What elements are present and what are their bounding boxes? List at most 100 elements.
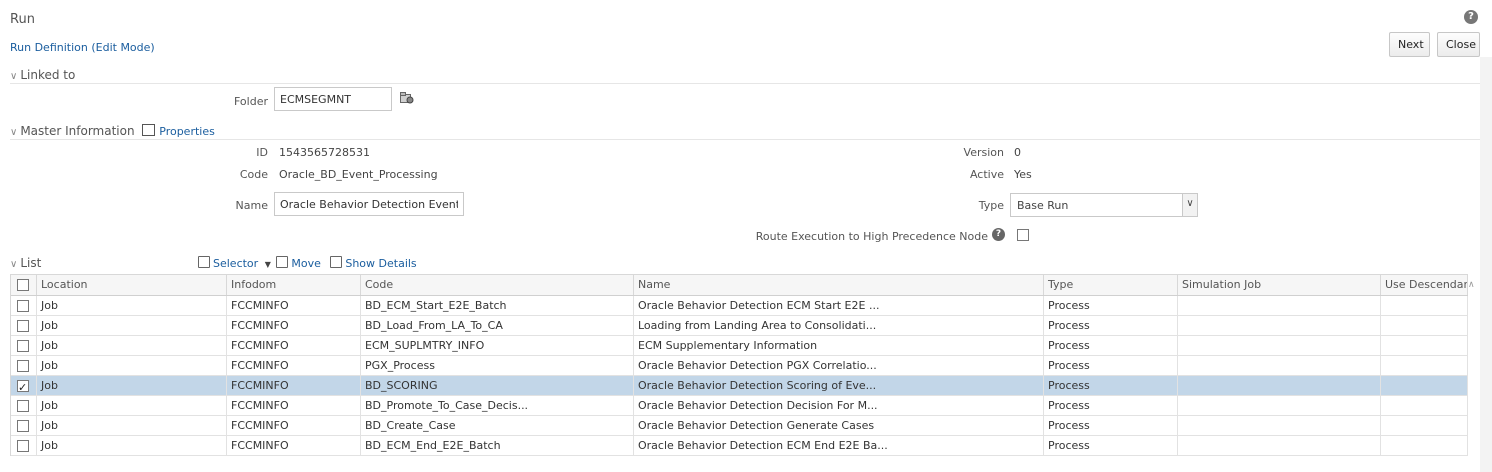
table-row[interactable]: Job FCCMINFO PGX_Process Oracle Behavior… <box>11 356 1468 376</box>
row-checkbox-cell <box>11 396 37 415</box>
route-execution-label: Route Execution to High Precedence Node <box>755 230 988 243</box>
master-info-label: Master Information <box>20 124 135 138</box>
cell-location: Job <box>37 356 227 375</box>
master-info-section-header[interactable]: ∨ Master Information Properties <box>10 124 215 138</box>
table-row[interactable]: Job FCCMINFO BD_Create_Case Oracle Behav… <box>11 416 1468 436</box>
row-checkbox[interactable] <box>17 360 29 372</box>
cell-use-descendants[interactable] <box>1381 296 1468 315</box>
section-divider <box>10 139 1480 140</box>
cell-simulation-job[interactable] <box>1178 396 1381 415</box>
folder-browse-icon[interactable] <box>400 92 414 104</box>
cell-name: Oracle Behavior Detection ECM Start E2E … <box>634 296 1044 315</box>
table-row[interactable]: Job FCCMINFO ECM_SUPLMTRY_INFO ECM Suppl… <box>11 336 1468 356</box>
cell-infodom: FCCMINFO <box>227 436 361 455</box>
table-row-selected[interactable]: Job FCCMINFO BD_SCORING Oracle Behavior … <box>11 376 1468 396</box>
type-select[interactable]: Base Run ∨ <box>1010 193 1198 217</box>
version-value: 0 <box>1014 146 1021 159</box>
list-toolbar: Selector ▼ Move Show Details <box>198 256 417 270</box>
column-header-code[interactable]: Code <box>361 275 634 295</box>
cell-code: BD_ECM_End_E2E_Batch <box>361 436 634 455</box>
row-checkbox[interactable] <box>17 440 29 452</box>
next-button[interactable]: Next <box>1389 32 1430 57</box>
table-row[interactable]: Job FCCMINFO BD_ECM_Start_E2E_Batch Orac… <box>11 296 1468 316</box>
selector-icon <box>198 256 210 268</box>
scroll-up-icon[interactable]: ∧ <box>1468 280 1475 290</box>
page-title: Run <box>10 12 35 27</box>
cell-location: Job <box>37 396 227 415</box>
select-all-checkbox[interactable] <box>17 279 29 291</box>
cell-simulation-job[interactable] <box>1178 376 1381 395</box>
move-button[interactable]: Move <box>291 257 321 270</box>
cell-use-descendants[interactable] <box>1381 316 1468 335</box>
row-checkbox-checked[interactable] <box>17 378 29 395</box>
help-icon[interactable]: ? <box>1464 10 1478 24</box>
selector-button[interactable]: Selector <box>213 257 258 270</box>
cell-location: Job <box>37 376 227 395</box>
close-button[interactable]: Close <box>1437 32 1480 57</box>
folder-label: Folder <box>234 95 268 108</box>
cell-simulation-job[interactable] <box>1178 336 1381 355</box>
cell-use-descendants[interactable] <box>1381 356 1468 375</box>
code-value: Oracle_BD_Event_Processing <box>279 168 438 181</box>
column-header-simulation-job[interactable]: Simulation Job <box>1178 275 1381 295</box>
name-label: Name <box>235 199 268 212</box>
cell-infodom: FCCMINFO <box>227 376 361 395</box>
cell-simulation-job[interactable] <box>1178 316 1381 335</box>
row-checkbox-cell <box>11 416 37 435</box>
table-row[interactable]: Job FCCMINFO BD_Load_From_LA_To_CA Loadi… <box>11 316 1468 336</box>
row-checkbox-cell <box>11 376 37 395</box>
row-checkbox[interactable] <box>17 340 29 352</box>
cell-use-descendants[interactable] <box>1381 336 1468 355</box>
row-checkbox-cell <box>11 436 37 455</box>
cell-use-descendants[interactable] <box>1381 396 1468 415</box>
show-details-button[interactable]: Show Details <box>345 257 416 270</box>
cell-name: Oracle Behavior Detection Generate Cases <box>634 416 1044 435</box>
cell-location: Job <box>37 296 227 315</box>
linked-to-label: Linked to <box>20 68 76 82</box>
cell-use-descendants[interactable] <box>1381 376 1468 395</box>
row-checkbox[interactable] <box>17 320 29 332</box>
column-header-infodom[interactable]: Infodom <box>227 275 361 295</box>
cell-simulation-job[interactable] <box>1178 356 1381 375</box>
folder-input[interactable] <box>274 87 392 111</box>
row-checkbox-cell <box>11 356 37 375</box>
linked-to-section-header[interactable]: ∨ Linked to <box>10 68 75 82</box>
cell-infodom: FCCMINFO <box>227 396 361 415</box>
name-input[interactable] <box>274 192 464 216</box>
cell-type: Process <box>1044 336 1178 355</box>
cell-simulation-job[interactable] <box>1178 416 1381 435</box>
column-header-name[interactable]: Name <box>634 275 1044 295</box>
cell-type: Process <box>1044 396 1178 415</box>
page-scrollbar[interactable] <box>1480 57 1492 472</box>
cell-location: Job <box>37 436 227 455</box>
cell-infodom: FCCMINFO <box>227 356 361 375</box>
column-header-use-descendants[interactable]: Use Descendants <box>1381 275 1468 295</box>
help-icon[interactable]: ? <box>992 228 1005 241</box>
row-checkbox[interactable] <box>17 400 29 412</box>
cell-location: Job <box>37 416 227 435</box>
cell-type: Process <box>1044 316 1178 335</box>
cell-use-descendants[interactable] <box>1381 416 1468 435</box>
cell-use-descendants[interactable] <box>1381 436 1468 455</box>
caret-down-icon[interactable]: ▼ <box>265 260 271 269</box>
table-header-row: Location Infodom Code Name Type Simulati… <box>11 274 1468 296</box>
row-checkbox[interactable] <box>17 300 29 312</box>
chevron-down-icon: ∨ <box>10 127 18 138</box>
cell-name: Oracle Behavior Detection Scoring of Eve… <box>634 376 1044 395</box>
cell-type: Process <box>1044 376 1178 395</box>
list-section-header[interactable]: ∨ List <box>10 256 41 270</box>
row-checkbox[interactable] <box>17 420 29 432</box>
column-header-location[interactable]: Location <box>37 275 227 295</box>
table-row[interactable]: Job FCCMINFO BD_ECM_End_E2E_Batch Oracle… <box>11 436 1468 456</box>
route-execution-checkbox[interactable] <box>1017 229 1029 241</box>
cell-name: Oracle Behavior Detection ECM End E2E Ba… <box>634 436 1044 455</box>
type-select-value: Base Run <box>1017 199 1069 212</box>
active-value: Yes <box>1014 168 1032 181</box>
cell-name: ECM Supplementary Information <box>634 336 1044 355</box>
chevron-down-icon[interactable]: ∨ <box>1182 194 1197 216</box>
properties-link[interactable]: Properties <box>159 125 215 138</box>
cell-simulation-job[interactable] <box>1178 296 1381 315</box>
table-row[interactable]: Job FCCMINFO BD_Promote_To_Case_Decis...… <box>11 396 1468 416</box>
cell-simulation-job[interactable] <box>1178 436 1381 455</box>
column-header-type[interactable]: Type <box>1044 275 1178 295</box>
